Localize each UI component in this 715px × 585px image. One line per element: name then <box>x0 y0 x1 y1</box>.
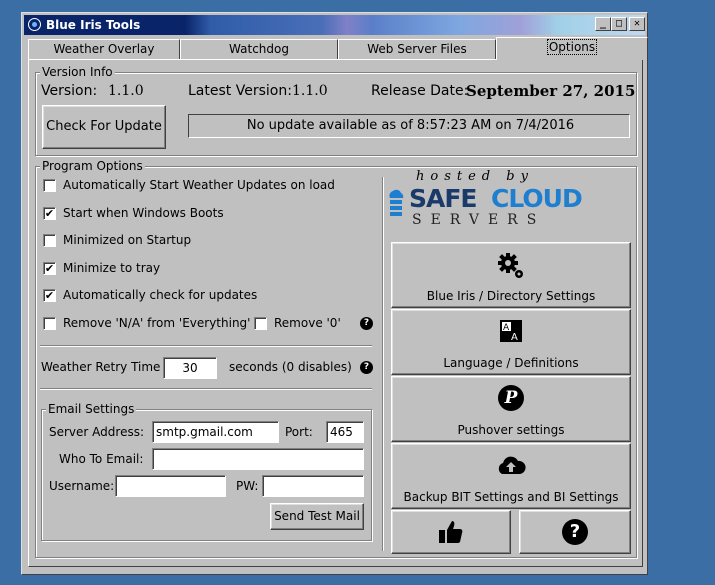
remove-na-checkbox[interactable] <box>43 317 56 330</box>
minimized-on-startup-checkbox[interactable] <box>43 234 56 247</box>
remove-help-icon[interactable]: ? <box>360 317 373 330</box>
svg-text:A: A <box>511 332 518 343</box>
tab-label: Options <box>546 39 598 55</box>
cloud-upload-icon <box>392 454 630 479</box>
button-label: Pushover settings <box>457 423 565 437</box>
port-label: Port: <box>285 425 313 439</box>
language-definitions-button[interactable]: A A Language / Definitions <box>391 309 631 375</box>
divider <box>40 345 372 347</box>
email-settings-legend: Email Settings <box>46 402 137 416</box>
who-to-email-input[interactable] <box>152 448 364 470</box>
username-label: Username: <box>49 479 115 493</box>
remove-na-label: Remove 'N/A' from 'Everything' <box>63 316 251 330</box>
button-label: Language / Definitions <box>443 356 579 370</box>
help-button[interactable]: ? <box>519 510 631 554</box>
program-options-legend: Program Options <box>40 159 145 173</box>
tab-label: Weather Overlay <box>53 42 155 56</box>
auto-check-updates-checkbox[interactable]: ✔ <box>43 289 56 302</box>
thumbs-up-icon <box>392 519 510 548</box>
title-bar[interactable]: Blue Iris Tools _ □ ✕ <box>24 15 645 35</box>
vertical-divider <box>382 177 384 551</box>
tab-options[interactable]: Options <box>496 37 648 60</box>
like-button[interactable] <box>391 510 511 554</box>
tab-web-server-files[interactable]: Web Server Files <box>338 39 496 59</box>
retry-time-input[interactable]: 30 <box>163 357 217 379</box>
retry-time-label: Weather Retry Time <box>41 360 161 374</box>
maximize-button[interactable]: □ <box>611 17 627 31</box>
tab-label: Watchdog <box>229 42 289 56</box>
translate-icon: A A <box>392 318 630 347</box>
remove-zero-checkbox[interactable] <box>254 317 267 330</box>
blue-iris-directory-settings-button[interactable]: Blue Iris / Directory Settings <box>391 242 631 308</box>
button-label: Backup BIT Settings and BI Settings <box>403 490 619 504</box>
tab-label: Web Server Files <box>367 42 467 56</box>
tab-watchdog[interactable]: Watchdog <box>180 39 338 59</box>
password-label: PW: <box>236 479 259 493</box>
version-info-legend: Version Info <box>40 65 115 79</box>
version-label: Version: <box>41 83 98 99</box>
app-icon <box>28 18 41 31</box>
retry-help-icon[interactable]: ? <box>360 361 373 374</box>
options-panel: Version Info Version: 1.1.0 Latest Versi… <box>28 59 643 567</box>
minimize-to-tray-checkbox[interactable]: ✔ <box>43 262 56 275</box>
remove-zero-label: Remove '0' <box>274 316 341 330</box>
send-test-mail-button[interactable]: Send Test Mail <box>270 503 364 530</box>
check-for-update-button[interactable]: Check For Update <box>42 105 166 149</box>
update-status-field: No update available as of 8:57:23 AM on … <box>188 114 630 138</box>
tab-weather-overlay[interactable]: Weather Overlay <box>28 39 180 59</box>
backup-settings-button[interactable]: Backup BIT Settings and BI Settings <box>391 443 631 509</box>
brand-servers: SERVERS <box>412 212 546 228</box>
brand-safe: SAFE <box>409 184 478 213</box>
pushover-icon: P <box>392 385 630 411</box>
password-input[interactable] <box>262 475 364 497</box>
auto-check-updates-label: Automatically check for updates <box>63 288 258 302</box>
auto-start-weather-label: Automatically Start Weather Updates on l… <box>63 178 335 192</box>
pushover-glyph: P <box>498 385 524 411</box>
latest-version-label: Latest Version: <box>188 83 292 99</box>
latest-version-value: 1.1.0 <box>292 83 328 99</box>
version-value: 1.1.0 <box>108 83 144 99</box>
server-address-label: Server Address: <box>49 425 144 439</box>
tab-strip: Weather Overlay Watchdog Web Server File… <box>24 37 648 60</box>
auto-start-weather-checkbox[interactable] <box>43 179 56 192</box>
start-with-windows-checkbox[interactable]: ✔ <box>43 207 56 220</box>
username-input[interactable] <box>115 475 226 497</box>
release-date-value: September 27, 2015 <box>466 82 636 100</box>
program-options-group: Program Options Automatically Start Weat… <box>35 159 637 558</box>
button-label: Blue Iris / Directory Settings <box>426 289 596 303</box>
release-date-label: Release Date: <box>371 83 469 99</box>
minimized-on-startup-label: Minimized on Startup <box>63 233 192 247</box>
svg-text:A: A <box>503 323 510 333</box>
server-cloud-icon <box>386 187 406 217</box>
brand-cloud: CLOUD <box>491 184 583 213</box>
minimize-button[interactable]: _ <box>595 17 611 31</box>
version-info-group: Version Info Version: 1.1.0 Latest Versi… <box>35 65 637 156</box>
retry-time-suffix: seconds (0 disables) <box>229 360 352 374</box>
who-to-email-label: Who To Email: <box>59 452 144 466</box>
app-window: Blue Iris Tools _ □ ✕ Weather Overlay Wa… <box>21 12 648 575</box>
server-address-input[interactable]: smtp.gmail.com <box>152 421 279 443</box>
divider <box>40 388 372 390</box>
help-icon: ? <box>520 519 630 545</box>
hosted-by-text: hosted by <box>416 169 534 184</box>
minimize-to-tray-label: Minimize to tray <box>63 261 161 275</box>
close-button[interactable]: ✕ <box>629 17 645 31</box>
pushover-settings-button[interactable]: P Pushover settings <box>391 376 631 442</box>
start-with-windows-label: Start when Windows Boots <box>63 206 224 220</box>
email-settings-group: Email Settings Server Address: smtp.gmai… <box>41 402 372 541</box>
gears-icon <box>392 251 630 284</box>
port-input[interactable]: 465 <box>326 421 364 443</box>
window-title: Blue Iris Tools <box>46 18 141 32</box>
help-glyph: ? <box>562 519 588 545</box>
